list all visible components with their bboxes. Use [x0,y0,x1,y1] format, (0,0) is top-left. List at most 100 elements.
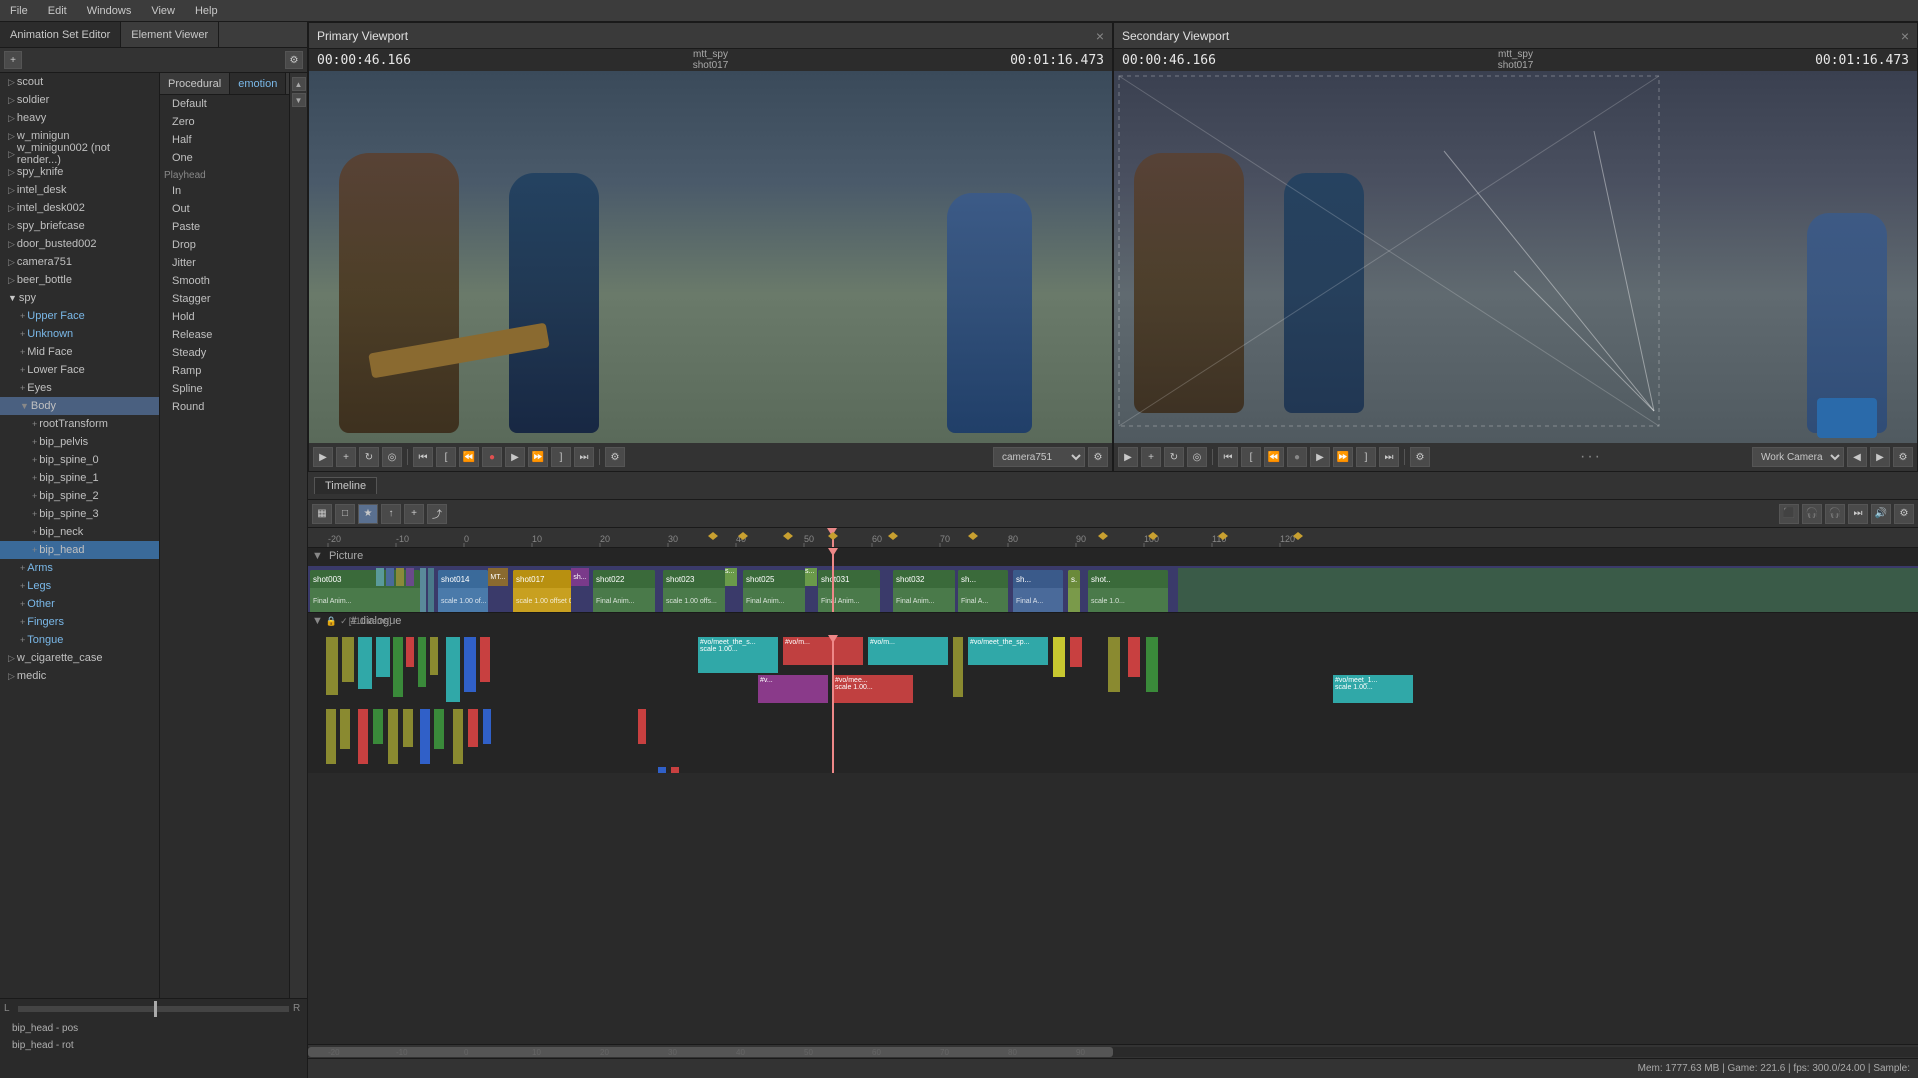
tree-item-wminigun002[interactable]: ▷ w_minigun002 (not render...) [0,145,159,163]
tl-btn-up[interactable]: ↑ [381,504,401,524]
sc-yellow1[interactable] [1053,637,1065,677]
tree-item-eyes[interactable]: + Eyes [0,379,159,397]
tree-item-bipneck[interactable]: + bip_neck [0,523,159,541]
tree-item-doorbusted[interactable]: ▷ door_busted002 [0,235,159,253]
sc-vmeet-bottom2[interactable]: #vo/mee...scale 1.00... [833,675,913,703]
tl-record-btn[interactable]: ⬛ [1779,504,1799,524]
sr2-bottom-kf2[interactable] [671,767,679,773]
menu-windows[interactable]: Windows [83,3,136,19]
tree-item-biphead[interactable]: + bip_head [0,541,159,559]
tl-btn-export[interactable]: ⤴ [427,504,447,524]
sc-red3[interactable] [1070,637,1082,667]
sec-record-button[interactable]: ● [1287,447,1307,467]
tree-item-midface[interactable]: + Mid Face [0,343,159,361]
tree-item-unknown[interactable]: + Unknown [0,325,159,343]
sr2-olive2[interactable] [340,709,350,749]
sc-red2[interactable] [480,637,490,682]
sec-bracket-right-button[interactable]: ] [1356,447,1376,467]
emo-half[interactable]: Half [160,131,289,149]
tree-item-soldier[interactable]: ▷ soldier [0,91,159,109]
prev-key-button[interactable]: ⏪ [459,447,479,467]
tab-animation-set-editor[interactable]: Animation Set Editor [0,22,121,47]
mini-clip-5[interactable] [420,568,426,612]
shot-clip-032[interactable]: shot032 Final Anim... [893,570,955,613]
main-slider[interactable] [18,1006,289,1012]
sc-cyan3[interactable] [446,637,460,702]
shot-clip-031[interactable]: shot031 Final Anim... [818,570,880,613]
record-button[interactable]: ● [482,447,502,467]
emo-ramp[interactable]: Ramp [160,362,289,380]
sr2-red1[interactable] [358,709,368,764]
tab-emotion[interactable]: emotion [230,73,286,94]
sc-red4[interactable] [1128,637,1140,677]
mini-clip-1[interactable] [376,568,384,586]
play-main-button[interactable]: ▶ [505,447,525,467]
tree-item-medic[interactable]: ▷ medic [0,667,159,685]
secondary-viewport-canvas[interactable] [1114,71,1917,443]
emo-drop[interactable]: Drop [160,236,289,254]
sr2-blue1[interactable] [420,709,430,764]
slider-handle[interactable] [154,1001,157,1017]
tree-item-legs[interactable]: + Legs [0,577,159,595]
menu-file[interactable]: File [6,3,32,19]
add-button[interactable]: + [336,447,356,467]
tree-item-arms[interactable]: + Arms [0,559,159,577]
tree-item-bipspine3[interactable]: + bip_spine_3 [0,505,159,523]
prev-frame-button[interactable]: ⏮ [413,447,433,467]
tree-item-body[interactable]: ▼ Body [0,397,159,415]
tree-item-inteldesk[interactable]: ▷ intel_desk [0,181,159,199]
sec-camera-btn1[interactable]: ◀ [1847,447,1867,467]
sc-olive4[interactable] [953,637,963,697]
sr2-green2[interactable] [434,709,444,749]
tree-item-spybriefcase[interactable]: ▷ spy_briefcase [0,217,159,235]
camera-select[interactable]: camera751 Work Camera [993,447,1085,467]
menu-help[interactable]: Help [191,3,222,19]
sound-arrow[interactable]: ▼ [312,615,323,627]
sec-prev-frame-button[interactable]: ⏮ [1218,447,1238,467]
mini-clip-6[interactable] [428,568,434,612]
sc-cyan2[interactable] [376,637,390,677]
emo-hold[interactable]: Hold [160,308,289,326]
emo-paste[interactable]: Paste [160,218,289,236]
emo-in[interactable]: In [160,182,289,200]
sc-vmeet4[interactable]: #vo/meet_the_sp... [968,637,1048,665]
sec-camera-select[interactable]: Work Camera camera751 [1752,447,1844,467]
tl-vol-btn[interactable]: 🔊 [1871,504,1891,524]
sec-next-frame-button[interactable]: ⏭ [1379,447,1399,467]
sc-green2[interactable] [418,637,426,687]
sc-blue1[interactable] [464,637,476,692]
sc-olive3[interactable] [430,637,438,675]
camera-settings-button[interactable]: ⚙ [1088,447,1108,467]
tab-element-viewer[interactable]: Element Viewer [121,22,219,47]
settings-button[interactable]: ⚙ [285,51,303,69]
sc-olive5[interactable] [1108,637,1120,692]
tree-item-tongue[interactable]: + Tongue [0,631,159,649]
tree-item-heavy[interactable]: ▷ heavy [0,109,159,127]
sc-olive1[interactable] [326,637,338,695]
play-button[interactable]: ▶ [313,447,333,467]
next-key-button[interactable]: ⏩ [528,447,548,467]
tl-btn-grid[interactable]: ▦ [312,504,332,524]
mini-clip-4[interactable] [406,568,414,586]
tree-item-roottransform[interactable]: + rootTransform [0,415,159,433]
tree-item-wcigarette[interactable]: ▷ w_cigarette_case [0,649,159,667]
tree-item-beerbottle[interactable]: ▷ beer_bottle [0,271,159,289]
emo-release[interactable]: Release [160,326,289,344]
tree-item-upperface[interactable]: + Upper Face [0,307,159,325]
tree-item-scout[interactable]: ▷ scout [0,73,159,91]
tl-btn-box[interactable]: □ [335,504,355,524]
tree-item-bippelvis[interactable]: + bip_pelvis [0,433,159,451]
side-icon-1[interactable]: ▲ [292,77,306,91]
target-button[interactable]: ◎ [382,447,402,467]
sr2-blue2[interactable] [483,709,491,744]
menu-edit[interactable]: Edit [44,3,71,19]
menu-view[interactable]: View [147,3,179,19]
tree-item-fingers[interactable]: + Fingers [0,613,159,631]
sec-target-button[interactable]: ◎ [1187,447,1207,467]
sc-green3[interactable] [1146,637,1158,692]
tree-item-bipspine1[interactable]: + bip_spine_1 [0,469,159,487]
tree-item-bipspine0[interactable]: + bip_spine_0 [0,451,159,469]
sc-cyan1[interactable] [358,637,372,689]
tl-skip-end-btn[interactable]: ⏭ [1848,504,1868,524]
sc-olive2[interactable] [342,637,354,682]
